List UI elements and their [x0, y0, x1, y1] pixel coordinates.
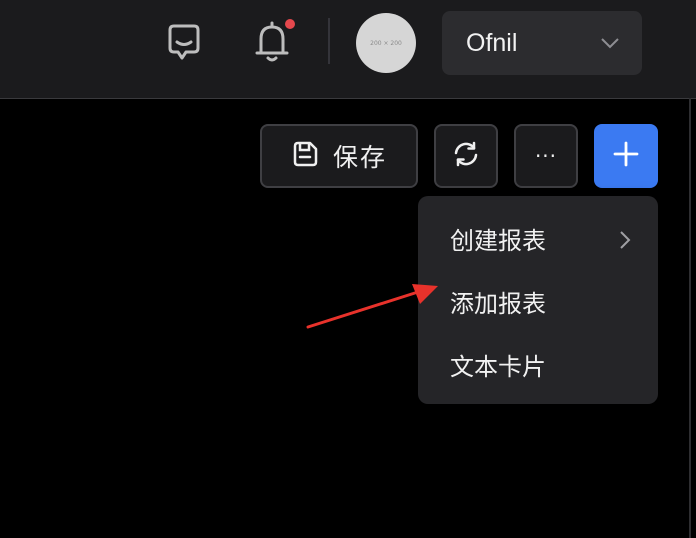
notification-dot	[285, 19, 295, 29]
add-dropdown-menu: 创建报表 添加报表 文本卡片	[418, 196, 658, 404]
chat-icon[interactable]	[162, 20, 206, 64]
add-button[interactable]	[594, 124, 658, 188]
chevron-right-icon	[618, 228, 632, 256]
plus-icon	[612, 140, 640, 172]
chevron-down-icon	[600, 35, 620, 54]
top-navigation-bar: 200 × 200 Ofnil	[0, 0, 696, 99]
avatar[interactable]: 200 × 200	[356, 13, 416, 73]
menu-item-label: 文本卡片	[450, 352, 546, 381]
annotation-arrow	[300, 280, 445, 336]
menu-item-label: 添加报表	[450, 289, 546, 318]
save-icon	[291, 140, 319, 172]
more-button[interactable]: ···	[514, 124, 578, 188]
menu-item-add-report[interactable]: 添加报表	[418, 273, 658, 329]
more-icon: ···	[534, 144, 558, 168]
header-divider	[328, 18, 330, 64]
save-label: 保存	[332, 143, 387, 172]
menu-item-label: 创建报表	[450, 226, 546, 255]
refresh-button[interactable]	[434, 124, 498, 188]
menu-item-create-report[interactable]: 创建报表	[418, 210, 658, 266]
refresh-icon	[452, 140, 480, 172]
panel-edge	[689, 98, 691, 538]
save-button[interactable]: 保存	[260, 124, 418, 188]
user-name: Ofnil	[466, 28, 518, 57]
menu-item-text-card[interactable]: 文本卡片	[418, 336, 658, 392]
user-dropdown[interactable]: Ofnil	[442, 11, 642, 75]
avatar-placeholder-text: 200 × 200	[370, 39, 402, 47]
